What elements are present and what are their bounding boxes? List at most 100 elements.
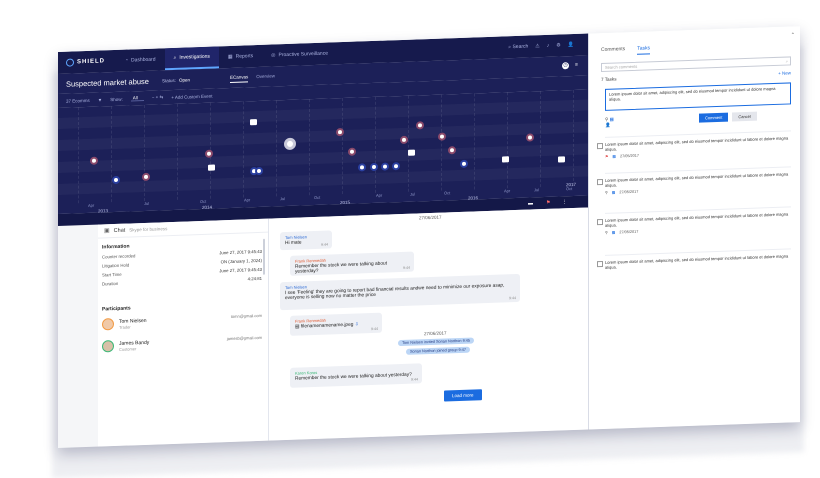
timeline-event[interactable] (460, 159, 468, 168)
calendar-icon: ▦ (611, 230, 616, 235)
timeline-event[interactable] (250, 119, 257, 126)
tab-ecanvas[interactable]: ECanvas (230, 72, 249, 83)
calendar-icon: ▦ (611, 190, 616, 195)
pin-icon: ⚲ (605, 190, 608, 195)
tab-comments[interactable]: Comments (601, 46, 625, 56)
timeline-event[interactable] (408, 149, 415, 156)
search-icon: ⌕ (173, 54, 177, 61)
timeline-gridline (243, 101, 244, 198)
task-item[interactable]: Lorem ipsum dolor sit amet, adipiscing e… (597, 166, 791, 196)
participant-email: jamesb@gmail.com (226, 334, 262, 342)
tab-overview[interactable]: Overview (256, 71, 275, 82)
chat-subtitle: Skype for business (129, 226, 168, 233)
add-custom-event-button[interactable]: + Add Custom Event (171, 93, 212, 99)
timeline-event[interactable] (526, 133, 534, 142)
nav-investigations[interactable]: ⌕ Investigations (164, 46, 219, 71)
nav-dashboard[interactable]: ◔ Dashboard (116, 48, 165, 72)
task-checkbox[interactable] (597, 218, 603, 226)
timeline-event[interactable] (208, 164, 215, 171)
show-select[interactable]: All (130, 95, 144, 102)
info-scrollbar[interactable] (263, 238, 265, 275)
date-separator: 27/06/2017 (424, 330, 447, 337)
filter-icon[interactable]: ▼ (98, 97, 102, 102)
calendar-icon[interactable]: ▦ (610, 117, 614, 122)
flag-icon[interactable]: ⚑ (546, 200, 550, 206)
timeline-event[interactable] (558, 156, 565, 163)
divider (268, 218, 269, 441)
comment-button[interactable]: Comment (699, 112, 729, 123)
status-label: Status: (162, 77, 177, 83)
timeline-gridline (342, 98, 343, 195)
top-right-controls: ⌕ Search ⚠ ♪ ⚙ 👤 (508, 34, 582, 59)
timeline-gridline (507, 92, 508, 189)
tab-tasks[interactable]: Tasks (637, 45, 650, 55)
timeline-event[interactable] (255, 166, 263, 176)
task-date: 27/05/2017 (620, 153, 640, 159)
logo[interactable]: SHIELD (66, 57, 116, 67)
message: Karen Koros Remember the stock we were t… (290, 363, 422, 388)
comment-icon[interactable]: ▬ (528, 200, 533, 206)
info-value: June 27, 2017 9:45:43 (219, 266, 262, 274)
new-task-button[interactable]: + New (778, 70, 791, 75)
task-checkbox[interactable] (597, 178, 603, 186)
task-item[interactable]: Lorem ipsum dolor sit amet, adipiscing e… (597, 130, 791, 160)
list-icon[interactable]: ≡ (573, 62, 580, 69)
participant[interactable]: Tom Nielsen Trader tomn@gmail.com (102, 313, 262, 331)
user-icon[interactable]: 👤 (605, 123, 611, 128)
radar-icon: ◎ (271, 52, 276, 59)
timeline-event[interactable] (400, 135, 408, 145)
comments-search-input[interactable]: Search comments ⌕ (601, 56, 791, 73)
selected-event[interactable] (284, 137, 296, 151)
task-item[interactable]: Lorem ipsum dolor sit amet, adipiscing e… (597, 248, 791, 270)
timeline-event[interactable] (502, 156, 509, 163)
message-time: 9:44 (321, 242, 328, 247)
cancel-button[interactable]: Cancel (732, 111, 757, 122)
timeline-event[interactable] (381, 162, 389, 171)
ecomms-count: 37 Ecomms (66, 97, 90, 104)
collapse-icon[interactable]: ⌃ (791, 32, 795, 38)
show-label: Show: (110, 96, 123, 102)
user-icon[interactable]: 👤 (568, 42, 574, 48)
search-icon[interactable]: ⌕ Search (508, 44, 528, 51)
info-value: June 27, 2017 9:45:43 (219, 248, 262, 256)
participant[interactable]: James Bandy Customer jamesb@gmail.com (102, 335, 262, 353)
timeline-event[interactable] (370, 162, 378, 172)
clock-icon[interactable]: ◷ (562, 62, 569, 70)
gear-icon[interactable]: ⚙ (556, 42, 560, 48)
info-key: Duration (102, 280, 119, 287)
message-time: 9:44 (411, 377, 418, 382)
attachment-name: filenamenamename.jpeg (300, 322, 354, 330)
timeline-gridline (474, 93, 475, 190)
axis-month: Jul (534, 187, 540, 193)
zoom-controls[interactable]: − + ⇆ (152, 94, 164, 100)
alert-icon[interactable]: ⚠ (535, 43, 539, 49)
timeline-event[interactable] (438, 132, 446, 141)
timeline-event[interactable] (392, 162, 400, 171)
nav-reports[interactable]: ▦ Reports (219, 45, 262, 69)
nav-label: Proactive Surveillance (278, 50, 328, 59)
bell-icon[interactable]: ♪ (547, 43, 550, 49)
nav-proactive-surveillance[interactable]: ◎ Proactive Surveillance (262, 42, 337, 67)
message: Tom Nielsen I see 'Feeling' they are goi… (280, 273, 520, 311)
view-tabs: ECanvas Overview (230, 71, 275, 83)
participant-role: Trader (119, 323, 131, 330)
timeline-gridline (111, 106, 112, 203)
pin-icon[interactable]: ⚲ (605, 117, 608, 122)
task-editor[interactable]: Lorem ipsum dolor sit amet, adipiscing e… (605, 82, 791, 111)
download-icon[interactable]: ⇩ (355, 322, 359, 327)
info-section: Information Counter recorded June 27, 201… (102, 237, 262, 291)
chat-panel: ▣ Chat Skype for business Information Co… (98, 207, 588, 447)
more-icon[interactable]: ⋮ (562, 199, 567, 205)
axis-month: Apr (376, 192, 383, 198)
task-checkbox[interactable] (597, 260, 603, 268)
timeline-gridline (78, 107, 79, 204)
axis-year: 2017 (566, 181, 577, 188)
task-item[interactable]: Lorem ipsum dolor sit amet, adipiscing e… (597, 206, 791, 236)
task-date: 27/05/2017 (619, 189, 639, 195)
load-more-button[interactable]: Load more (444, 389, 482, 402)
page-title: Suspected market abuse (66, 76, 149, 89)
timeline-event[interactable] (358, 163, 366, 172)
status-value[interactable]: Open (179, 77, 190, 82)
flag-icon: ⚑ (605, 154, 609, 159)
task-checkbox[interactable] (597, 142, 603, 150)
